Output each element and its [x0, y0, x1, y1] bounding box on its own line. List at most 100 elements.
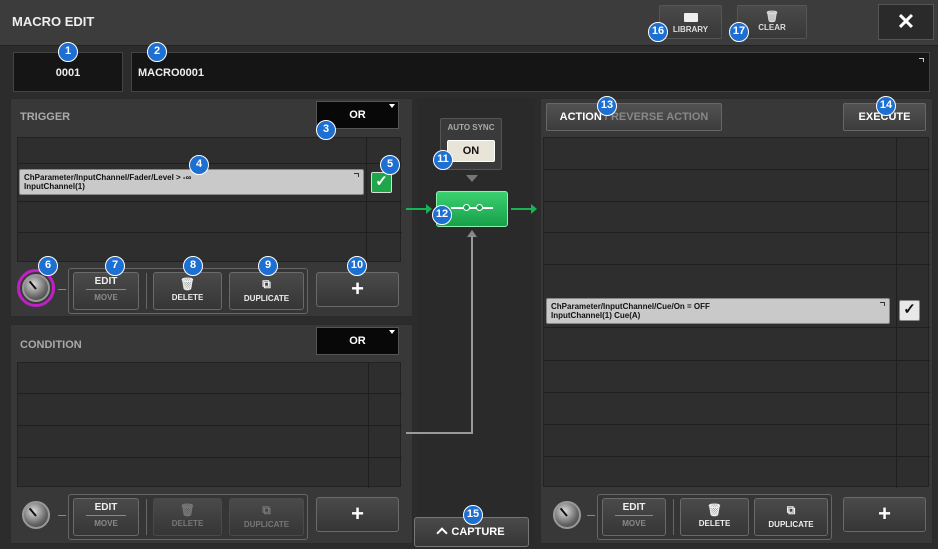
auto-sync-label: AUTO SYNC	[447, 123, 495, 132]
group-divider	[146, 499, 147, 535]
group-divider	[146, 273, 147, 309]
action-delete-button[interactable]: 🗑 DELETE	[680, 498, 749, 536]
callout-badge: 5	[380, 155, 400, 175]
condition-link-line-h	[406, 432, 473, 434]
condition-delete-button[interactable]: 🗑 DELETE	[153, 498, 222, 536]
move-label: MOVE	[94, 519, 118, 528]
capture-label: CAPTURE	[451, 526, 505, 538]
tab-reverse-action: REVERSE ACTION	[610, 111, 709, 123]
callout-badge: 16	[648, 22, 668, 42]
link-node	[476, 204, 483, 211]
callout-badge: 6	[38, 256, 58, 276]
action-link-line	[511, 208, 533, 210]
action-knob[interactable]	[553, 501, 581, 529]
condition-duplicate-button[interactable]: ⧉ DUPLICATE	[229, 498, 304, 536]
condition-operator-select[interactable]: OR	[316, 327, 399, 355]
duplicate-label: DUPLICATE	[243, 294, 290, 303]
edit-label: EDIT	[86, 502, 126, 516]
macro-name: MACRO0001	[138, 67, 205, 79]
knob-indicator	[28, 280, 37, 290]
knob-connector	[58, 515, 66, 516]
down-arrow-icon	[466, 175, 478, 182]
library-button[interactable]: LIBRARY	[659, 5, 722, 39]
action-item-line1: ChParameter/InputChannel/Cue/On = OFF	[551, 302, 710, 311]
duplicate-icon: ⧉	[262, 503, 271, 517]
group-divider	[673, 499, 674, 535]
callout-badge: 1	[58, 42, 78, 62]
duplicate-label: DUPLICATE	[768, 520, 814, 529]
trigger-delete-button[interactable]: 🗑 DELETE	[153, 272, 222, 310]
delete-label: DELETE	[171, 519, 204, 528]
condition-add-button[interactable]: +	[316, 497, 399, 532]
right-arrow-icon	[426, 204, 432, 214]
action-list-item[interactable]: ChParameter/InputChannel/Cue/On = OFF In…	[546, 298, 890, 324]
trigger-edit-move-button[interactable]: EDIT MOVE	[73, 272, 139, 310]
callout-badge: 4	[189, 155, 209, 175]
edit-label: EDIT	[615, 502, 653, 516]
condition-link-line-v	[471, 236, 473, 434]
trigger-heading: TRIGGER	[20, 111, 71, 123]
callout-badge: 15	[463, 505, 483, 525]
duplicate-label: DUPLICATE	[243, 520, 290, 529]
callout-badge: 14	[876, 96, 896, 116]
callout-badge: 2	[147, 42, 167, 62]
delete-label: DELETE	[698, 519, 731, 528]
callout-badge: 3	[316, 120, 336, 140]
chevron-up-icon	[436, 527, 449, 539]
auto-sync-toggle[interactable]: ON	[447, 140, 495, 162]
trigger-link-line	[406, 208, 428, 210]
move-label: MOVE	[94, 293, 118, 302]
condition-list	[17, 362, 402, 488]
trash-icon: 🗑	[706, 503, 723, 517]
close-button[interactable]: ✕	[878, 4, 934, 40]
action-item-line2: InputChannel(1) Cue(A)	[551, 311, 641, 320]
macro-name-field[interactable]: MACRO0001	[131, 52, 930, 92]
trigger-item-line1: ChParameter/InputChannel/Fader/Level > -…	[24, 173, 192, 182]
action-add-button[interactable]: +	[843, 497, 926, 532]
close-icon: ✕	[896, 9, 916, 34]
knob-connector	[58, 289, 66, 290]
callout-badge: 12	[432, 205, 452, 225]
duplicate-icon: ⧉	[262, 277, 271, 291]
move-label: MOVE	[622, 519, 646, 528]
duplicate-icon: ⧉	[786, 503, 796, 517]
callout-badge: 13	[597, 96, 617, 116]
window-title: MACRO EDIT	[12, 14, 95, 29]
trigger-knob[interactable]	[22, 274, 50, 302]
tab-action: ACTION	[559, 111, 602, 123]
knob-connector	[587, 515, 595, 516]
condition-heading: CONDITION	[20, 339, 82, 351]
trash-icon: 🗑	[179, 503, 196, 517]
callout-badge: 11	[433, 150, 453, 170]
library-label: LIBRARY	[672, 25, 709, 34]
condition-operator-value: OR	[349, 335, 366, 347]
condition-knob[interactable]	[22, 501, 50, 529]
link-icon	[451, 207, 493, 209]
check-icon: ✓	[375, 173, 388, 190]
action-edit-move-button[interactable]: EDIT MOVE	[602, 498, 666, 536]
action-duplicate-button[interactable]: ⧉ DUPLICATE	[754, 498, 828, 536]
dropdown-icon	[389, 330, 395, 334]
edit-label: EDIT	[86, 276, 126, 290]
link-node	[463, 204, 470, 211]
dropdown-icon	[389, 104, 395, 108]
condition-edit-move-button[interactable]: EDIT MOVE	[73, 498, 139, 536]
trigger-duplicate-button[interactable]: ⧉ DUPLICATE	[229, 272, 304, 310]
delete-label: DELETE	[171, 293, 204, 302]
trash-icon: 🗑	[179, 277, 196, 291]
right-arrow-icon	[531, 204, 537, 214]
callout-badge: 7	[105, 256, 125, 276]
callout-badge: 8	[183, 256, 203, 276]
edit-corner-icon	[880, 302, 885, 306]
folder-icon	[683, 13, 698, 22]
trigger-add-button[interactable]: +	[316, 272, 399, 307]
trash-icon: 🗑	[765, 11, 779, 23]
trigger-list-item[interactable]: ChParameter/InputChannel/Fader/Level > -…	[19, 169, 364, 195]
action-item-checkbox[interactable]: ✓	[899, 300, 920, 321]
edit-corner-icon	[919, 58, 924, 62]
check-icon: ✓	[903, 301, 916, 318]
trigger-list	[17, 137, 402, 263]
action-tab-toggle[interactable]: ACTION / REVERSE ACTION	[546, 103, 722, 131]
trigger-item-checkbox[interactable]: ✓	[371, 172, 392, 193]
callout-badge: 10	[347, 256, 367, 276]
